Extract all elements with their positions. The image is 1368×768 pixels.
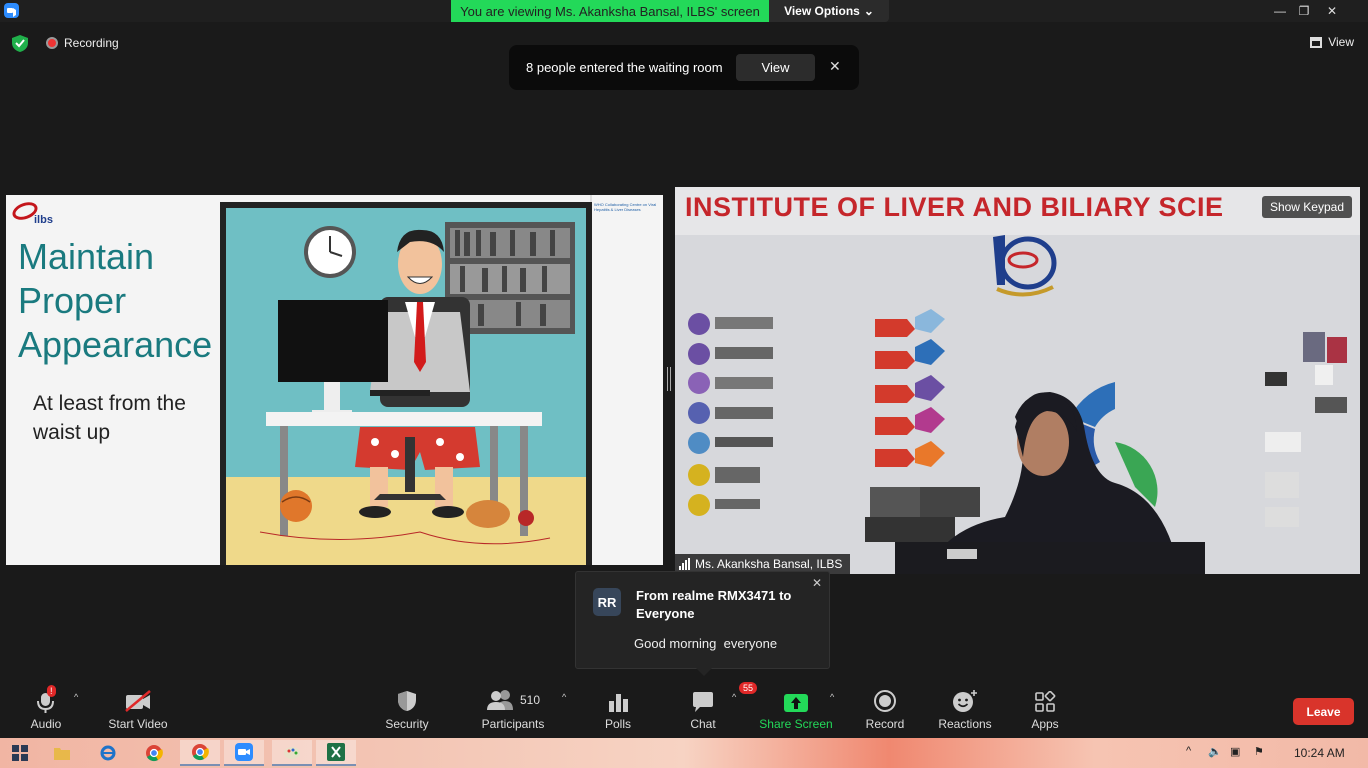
share-screen-icon [784, 694, 808, 712]
smiley-icon [953, 690, 977, 712]
recording-icon [46, 37, 58, 49]
start-button[interactable] [0, 740, 40, 766]
meeting-toolbar: ! Audio ^ Start Video Security 510 Parti… [0, 680, 1368, 738]
excel-icon [327, 743, 345, 761]
zoom-app-icon [4, 3, 19, 18]
shared-slide: ilbs Maintain Proper Appearance At least… [6, 195, 663, 565]
close-window-button[interactable]: ✕ [1314, 0, 1350, 22]
viewing-screen-banner: You are viewing Ms. Akanksha Bansal, ILB… [451, 0, 769, 22]
speaker-icon[interactable]: 🔈 [1208, 745, 1222, 758]
folder-icon [54, 748, 70, 760]
shield-icon [398, 691, 416, 711]
chat-notification[interactable]: RR From realme RMX3471 to Everyone Good … [575, 571, 830, 676]
windows-taskbar: ^ 🔈 ▣ ⚑ 10:24 AM [0, 738, 1368, 768]
layout-icon [1310, 36, 1323, 48]
record-button[interactable]: Record [840, 687, 930, 731]
taskbar-internet-explorer[interactable] [88, 740, 128, 766]
title-bar: You are viewing Ms. Akanksha Bansal, ILB… [0, 0, 1368, 22]
start-video-button[interactable]: Start Video [93, 687, 183, 731]
security-button[interactable]: Security [362, 687, 452, 731]
participants-icon [486, 690, 513, 710]
ilbs-logo: ilbs [10, 199, 60, 227]
record-label: Record [865, 717, 905, 731]
record-icon [874, 690, 896, 712]
slide-subtitle: At least from the waist up [33, 392, 186, 444]
participants-button[interactable]: 510 Participants [468, 687, 558, 731]
taskbar-excel[interactable] [316, 740, 356, 766]
video-background [675, 187, 1360, 574]
paint-icon [284, 747, 300, 759]
waiting-room-view-button[interactable]: View [736, 54, 815, 81]
polls-icon [609, 694, 628, 712]
polls-button[interactable]: Polls [573, 687, 663, 731]
chat-sender: From realme RMX3471 to Everyone [636, 588, 792, 621]
avatar: RR [593, 588, 621, 616]
internet-explorer-icon [100, 745, 116, 761]
chrome-icon [146, 745, 163, 762]
participants-options-caret[interactable]: ^ [562, 692, 566, 702]
institute-banner-title: INSTITUTE OF LIVER AND BILIARY SCIE [685, 192, 1224, 222]
slide-corner-note: WHO Collaborating Centre on Viral Hepati… [594, 202, 657, 212]
split-resize-handle[interactable] [667, 367, 671, 391]
participants-count: 510 [519, 693, 541, 707]
apps-icon [1035, 691, 1056, 712]
zoom-icon [235, 743, 253, 761]
show-hidden-icons[interactable]: ^ [1186, 745, 1191, 757]
chevron-down-icon: ⌄ [863, 4, 874, 18]
show-keypad-button[interactable]: Show Keypad [1261, 196, 1352, 218]
taskbar-zoom[interactable] [224, 740, 264, 766]
taskbar-clock[interactable]: 10:24 AM [1294, 746, 1345, 760]
windows-logo-icon [12, 745, 28, 761]
recording-label: Recording [64, 36, 119, 50]
participants-label: Participants [481, 717, 545, 731]
participant-video: INSTITUTE OF LIVER AND BILIARY SCIE Show… [675, 187, 1360, 574]
audio-alert-badge: ! [47, 685, 56, 697]
slide-title: Maintain Proper Appearance [18, 236, 213, 365]
reactions-label: Reactions [938, 717, 992, 731]
shield-icon[interactable] [12, 35, 28, 52]
taskbar-chrome[interactable] [134, 740, 174, 766]
waiting-room-notice: 8 people entered the waiting room View ✕ [509, 45, 859, 90]
start-video-label: Start Video [108, 717, 168, 731]
share-screen-button[interactable]: Share Screen [751, 687, 841, 731]
chat-notification-close-icon[interactable]: ✕ [812, 576, 822, 590]
chat-label: Chat [690, 717, 716, 731]
flag-icon[interactable]: ⚑ [1254, 745, 1264, 758]
waiting-room-text: 8 people entered the waiting room [526, 60, 723, 75]
chat-options-caret[interactable]: ^ [732, 692, 736, 702]
security-label: Security [385, 717, 429, 731]
taskbar-chrome-active[interactable] [180, 740, 220, 766]
chat-icon [693, 692, 713, 712]
view-options-button[interactable]: View Options ⌄ [769, 0, 889, 22]
apps-label: Apps [1031, 717, 1059, 731]
taskbar-paint[interactable] [272, 740, 312, 766]
network-icon[interactable]: ▣ [1230, 745, 1240, 758]
participant-name: Ms. Akanksha Bansal, ILBS [695, 557, 843, 571]
view-layout-label: View [1328, 35, 1354, 49]
chat-message: Good morning everyone [634, 636, 778, 651]
view-options-label: View Options [784, 4, 860, 18]
polls-label: Polls [604, 717, 631, 731]
signal-strength-icon [679, 558, 690, 570]
audio-options-caret[interactable]: ^ [74, 692, 78, 702]
share-screen-options-caret[interactable]: ^ [830, 692, 834, 702]
chrome-icon [192, 744, 209, 761]
leave-button[interactable]: Leave [1293, 698, 1354, 725]
reactions-button[interactable]: Reactions [920, 687, 1010, 731]
share-screen-label: Share Screen [759, 717, 833, 731]
view-layout-button[interactable]: View [1310, 35, 1354, 49]
apps-button[interactable]: Apps [1000, 687, 1090, 731]
zoom-window: You are viewing Ms. Akanksha Bansal, ILB… [0, 0, 1368, 768]
taskbar-file-explorer[interactable] [42, 740, 82, 766]
audio-label: Audio [30, 717, 62, 731]
waiting-room-close-icon[interactable]: ✕ [829, 58, 841, 75]
office-illustration [220, 202, 592, 565]
video-off-icon [125, 690, 151, 712]
